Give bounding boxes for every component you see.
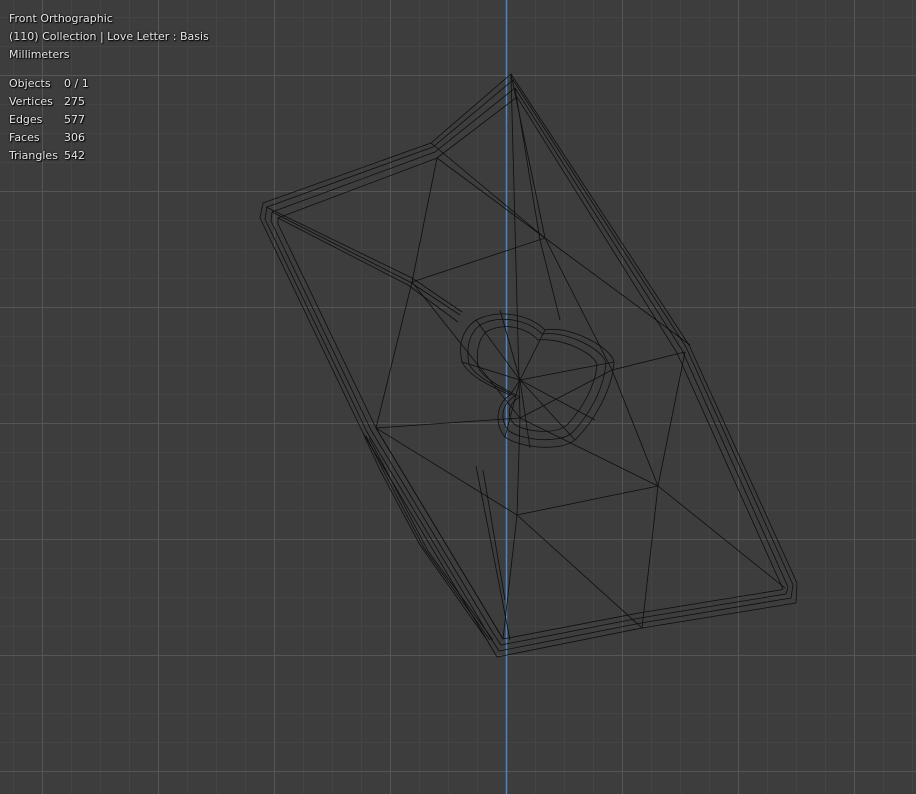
mesh-outline-ring-3 [277,96,784,640]
stat-label: Objects [9,77,51,90]
mesh-edge [375,427,504,640]
stat-value: 577 [64,113,85,126]
stat-value: 542 [64,149,85,162]
mesh-edge [641,485,659,629]
stat-value: 306 [64,131,85,144]
mesh-edge [516,417,521,516]
mesh-edge [375,157,438,429]
stat-value: 0 / 1 [64,77,89,90]
stat-label: Vertices [9,95,53,108]
collection-info: (110) Collection | Love Letter : Basis [9,30,209,43]
stat-label: Triangles [9,149,58,162]
stat-row-faces: Faces 306 [9,129,209,147]
viewport-info-overlay: Front Orthographic (110) Collection | Lo… [9,10,209,165]
stat-row-triangles: Triangles 542 [9,147,209,165]
scene-statistics: Objects 0 / 1 Vertices 275 Edges 577 Fac… [9,75,209,165]
mesh-edge [502,514,518,640]
mesh-edge [482,469,506,601]
stat-label: Edges [9,113,43,126]
mesh-edge [375,351,686,429]
stat-row-objects: Objects 0 / 1 [9,75,209,93]
mesh-outline-ring-2 [270,87,789,646]
mesh-edge [510,73,521,419]
mesh-edge-side [365,435,491,641]
heart-seal-inner [476,326,598,432]
mesh-edge [544,237,613,371]
stat-row-vertices: Vertices 275 [9,93,209,111]
heart-seal-spokes [504,379,596,438]
stat-label: Faces [9,131,40,144]
unit-system: Millimeters [9,48,70,61]
mesh-edge [411,237,546,283]
stat-row-edges: Edges 577 [9,111,209,129]
stat-value: 275 [64,95,85,108]
heart-seal-spokes [461,361,615,381]
view-name: Front Orthographic [9,12,113,25]
heart-seal-spokes [475,319,546,381]
mesh-edge [411,281,521,419]
